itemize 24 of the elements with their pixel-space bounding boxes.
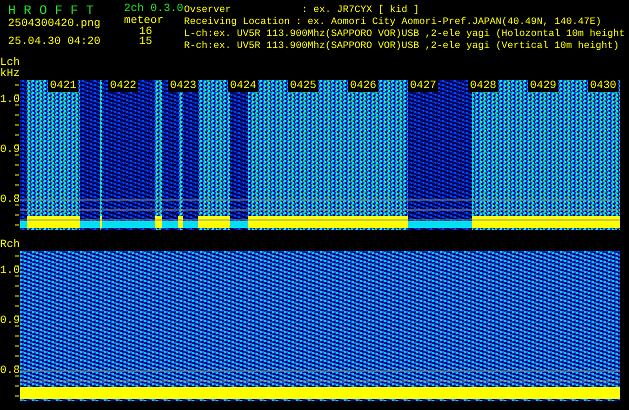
timestamp: 25.04.30 04:20 [8, 36, 102, 49]
time-label: 0430 [588, 80, 618, 92]
count-label: meteor [124, 15, 165, 27]
info-line: R-ch:ex. UV5R 113.900Mhz(SAPPORO VOR)USB ,2-ele yagi (Vertical 10m height) [184, 40, 620, 52]
file-name: 2504300420.png [8, 18, 102, 31]
channel-label: Rch [0, 240, 21, 251]
app-title: H R O F F T [8, 3, 95, 18]
version-label: 2ch 0.3.0 [124, 3, 184, 15]
time-label: 0426 [348, 80, 378, 92]
time-label: 0422 [108, 80, 138, 92]
info-line: Receiving Location : ex. Aomori City Aomori-Pref.JAPAN(40.49N, 140.47E) [184, 16, 602, 28]
info-line: Ovserver : ex. JR7CYX [ kid ] [184, 4, 420, 16]
time-label: 0429 [528, 80, 558, 92]
time-label: 0428 [468, 80, 498, 92]
meteor-count: 15 [138, 37, 154, 47]
unit-label: kHz [0, 69, 21, 80]
time-label: 0421 [48, 80, 78, 92]
time-label: 0424 [228, 80, 258, 92]
channel-label: Lch [0, 58, 21, 69]
info-line: L-ch:ex. UV5R 113.900Mhz(SAPPORO VOR)USB ,2-ele yagi (Holozontal 10m height [184, 28, 625, 40]
time-label: 0423 [168, 80, 198, 92]
time-label: 0425 [288, 80, 318, 92]
time-label: 0427 [408, 80, 438, 92]
meteor-count: 16 [138, 27, 154, 37]
